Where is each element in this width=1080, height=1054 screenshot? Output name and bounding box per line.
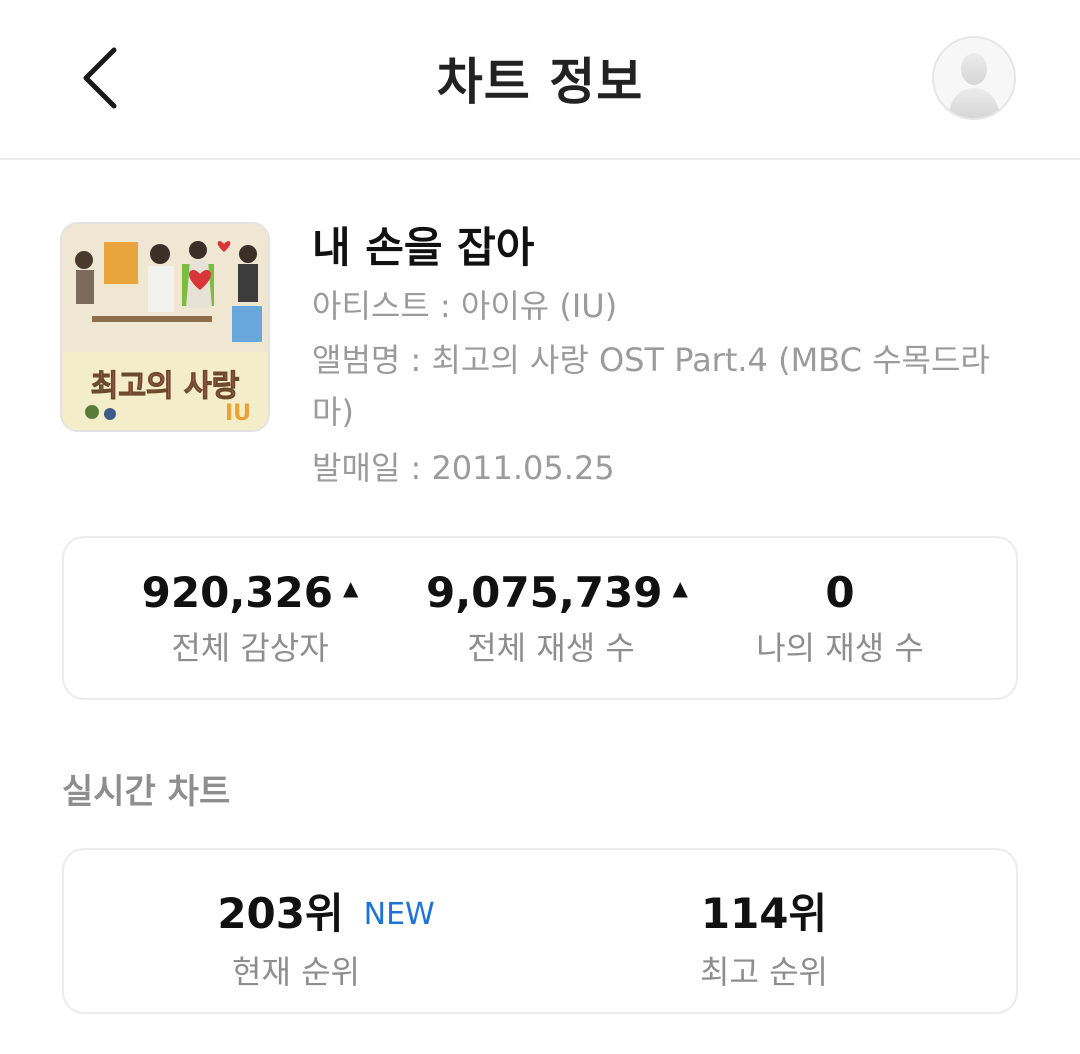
album-text[interactable]: 앨범명 : 최고의 사랑 OST Part.4 (MBC 수목드라마) xyxy=(312,334,1022,438)
song-title: 내 손을 잡아 xyxy=(312,223,535,272)
album-art: 최고의 사랑 IU xyxy=(60,222,270,432)
best-rank-value: 114위 xyxy=(700,889,828,938)
stats-card: 920,326 ▲ 전체 감상자 9,075,739 ▲ 전체 재생 수 0 나의 … xyxy=(62,536,1018,700)
release-date-text: 발매일 : 2011.05.25 xyxy=(312,449,615,487)
new-badge: NEW xyxy=(363,897,435,932)
total-plays-stat: 9,075,739 ▲ 전체 재생 수 xyxy=(426,568,688,669)
best-rank: 114위 최고 순위 xyxy=(644,880,884,993)
page-title: 차트 정보 xyxy=(436,53,644,111)
total-plays-value: 9,075,739 ▲ xyxy=(426,568,688,617)
total-plays-label: 전체 재생 수 xyxy=(467,629,635,667)
total-listeners-label: 전체 감상자 xyxy=(171,629,329,667)
my-plays-stat: 0 나의 재생 수 xyxy=(730,568,950,669)
header: 차트 정보 xyxy=(0,0,1080,160)
current-rank: 203위 NEW 현재 순위 xyxy=(176,880,476,993)
realtime-chart-card: 203위 NEW 현재 순위 114위 최고 순위 xyxy=(62,848,1018,1014)
current-rank-value: 203위 NEW xyxy=(217,889,435,938)
artist-text[interactable]: 아티스트 : 아이유 (IU) xyxy=(312,280,1022,332)
total-listeners-value: 920,326 ▲ xyxy=(141,568,359,617)
best-rank-label: 최고 순위 xyxy=(700,953,828,991)
avatar[interactable] xyxy=(932,36,1016,120)
current-rank-label: 현재 순위 xyxy=(232,953,360,991)
my-plays-label: 나의 재생 수 xyxy=(756,629,924,667)
triangle-up-icon: ▲ xyxy=(342,576,359,600)
svg-text:IU: IU xyxy=(225,401,251,426)
realtime-chart-title: 실시간 차트 xyxy=(62,772,231,812)
total-listeners-stat: 920,326 ▲ 전체 감상자 xyxy=(140,568,360,669)
album-art-text: 최고의 사랑 xyxy=(91,369,240,404)
triangle-up-icon: ▲ xyxy=(672,576,688,600)
my-plays-value: 0 xyxy=(825,568,855,617)
avatar-icon xyxy=(948,53,1000,118)
